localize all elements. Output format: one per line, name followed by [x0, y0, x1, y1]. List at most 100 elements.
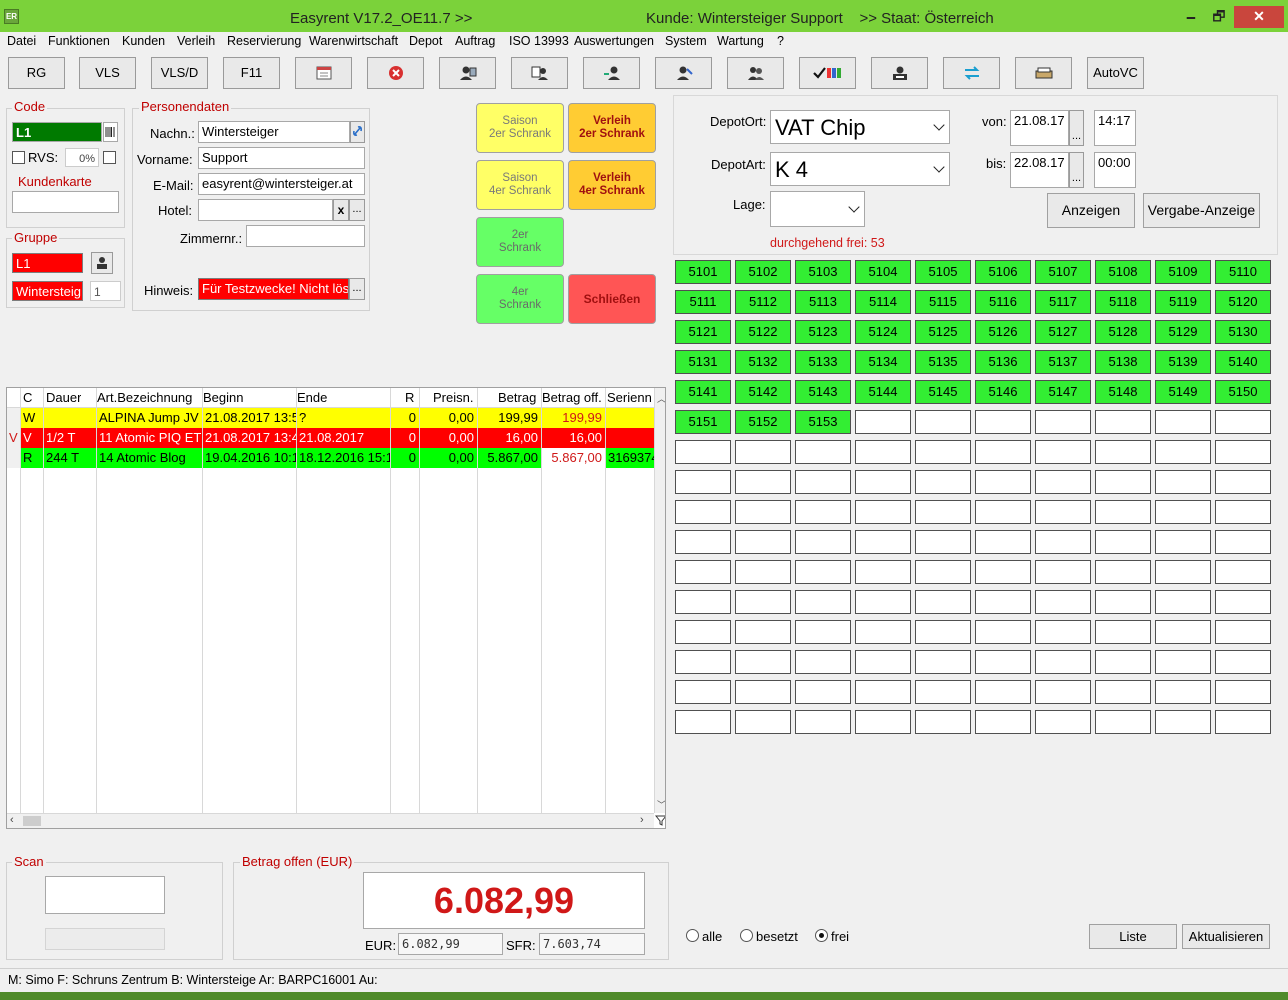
exchange-button[interactable]: [943, 57, 1000, 89]
col-ende[interactable]: Ende: [297, 388, 327, 408]
locker-cell-empty[interactable]: [915, 710, 971, 734]
table-vscrollbar[interactable]: ︿ ﹀: [654, 388, 665, 813]
saison-2er-schrank-button[interactable]: Saison 2er Schrank: [476, 103, 564, 153]
table-row[interactable]: W ALPINA Jump JV 21.08.2017 13:5? 0 0,00 199,…: [7, 408, 654, 428]
gruppe-code-field[interactable]: L1: [12, 253, 83, 273]
locker-cell[interactable]: 5140: [1215, 350, 1271, 374]
col-r[interactable]: R: [405, 388, 414, 408]
locker-cell[interactable]: 5141: [675, 380, 731, 404]
locker-cell-empty[interactable]: [735, 440, 791, 464]
radio-besetzt[interactable]: [740, 929, 753, 942]
customer-group-button[interactable]: [727, 57, 784, 89]
locker-cell[interactable]: 5118: [1095, 290, 1151, 314]
locker-cell-empty[interactable]: [1095, 680, 1151, 704]
gruppe-person-button[interactable]: [91, 252, 113, 274]
locker-cell-empty[interactable]: [735, 500, 791, 524]
locker-cell-empty[interactable]: [1155, 620, 1211, 644]
menu-system[interactable]: System: [665, 34, 707, 48]
bis-time[interactable]: 00:00: [1094, 152, 1136, 188]
locker-cell[interactable]: 5120: [1215, 290, 1271, 314]
customer-copy-button[interactable]: [511, 57, 568, 89]
locker-cell-empty[interactable]: [1155, 650, 1211, 674]
locker-cell[interactable]: 5109: [1155, 260, 1211, 284]
locker-cell-empty[interactable]: [1215, 560, 1271, 584]
locker-cell-empty[interactable]: [915, 650, 971, 674]
locker-cell[interactable]: 5153: [795, 410, 851, 434]
locker-cell-empty[interactable]: [1155, 530, 1211, 554]
vergabe-anzeige-button[interactable]: Vergabe-Anzeige: [1143, 193, 1260, 228]
locker-cell-empty[interactable]: [855, 590, 911, 614]
locker-cell-empty[interactable]: [795, 530, 851, 554]
locker-cell[interactable]: 5131: [675, 350, 731, 374]
locker-cell-empty[interactable]: [1095, 470, 1151, 494]
liste-button[interactable]: Liste: [1089, 924, 1177, 949]
locker-cell-empty[interactable]: [735, 650, 791, 674]
von-time[interactable]: 14:17: [1094, 110, 1136, 146]
locker-cell[interactable]: 5128: [1095, 320, 1151, 344]
locker-cell-empty[interactable]: [735, 680, 791, 704]
locker-cell[interactable]: 5148: [1095, 380, 1151, 404]
locker-cell-empty[interactable]: [1095, 500, 1151, 524]
locker-cell[interactable]: 5136: [975, 350, 1031, 374]
locker-cell-empty[interactable]: [675, 530, 731, 554]
locker-cell-empty[interactable]: [855, 650, 911, 674]
locker-cell-empty[interactable]: [1215, 680, 1271, 704]
table-hscrollbar[interactable]: ‹ ›: [7, 813, 654, 828]
print-button[interactable]: [871, 57, 928, 89]
locker-cell-empty[interactable]: [975, 500, 1031, 524]
menu-depot[interactable]: Depot: [409, 34, 442, 48]
locker-cell[interactable]: 5103: [795, 260, 851, 284]
locker-cell-empty[interactable]: [1035, 710, 1091, 734]
locker-cell-empty[interactable]: [915, 590, 971, 614]
locker-cell-empty[interactable]: [1155, 410, 1211, 434]
von-date[interactable]: 21.08.17: [1010, 110, 1069, 146]
locker-cell-empty[interactable]: [1095, 410, 1151, 434]
anzeigen-button[interactable]: Anzeigen: [1047, 193, 1135, 228]
locker-cell-empty[interactable]: [1215, 710, 1271, 734]
col-c[interactable]: C: [23, 388, 32, 408]
2er-schrank-button[interactable]: 2er Schrank: [476, 217, 564, 267]
depot-ort-select[interactable]: VAT Chip: [770, 110, 950, 144]
locker-cell-empty[interactable]: [975, 680, 1031, 704]
locker-cell-empty[interactable]: [1035, 620, 1091, 644]
locker-cell[interactable]: 5125: [915, 320, 971, 344]
locker-cell-empty[interactable]: [915, 410, 971, 434]
email-input[interactable]: easyrent@wintersteiger.at: [198, 173, 365, 195]
locker-cell-empty[interactable]: [1095, 620, 1151, 644]
locker-cell-empty[interactable]: [675, 650, 731, 674]
locker-cell[interactable]: 5145: [915, 380, 971, 404]
menu-wartung[interactable]: Wartung: [717, 34, 764, 48]
locker-cell-empty[interactable]: [915, 500, 971, 524]
locker-cell-empty[interactable]: [1155, 440, 1211, 464]
locker-cell-empty[interactable]: [1035, 410, 1091, 434]
scan-input[interactable]: [45, 876, 165, 914]
minimize-button[interactable]: 🗕: [1180, 6, 1202, 28]
locker-cell[interactable]: 5105: [915, 260, 971, 284]
bis-date[interactable]: 22.08.17: [1010, 152, 1069, 188]
gruppe-count[interactable]: 1: [90, 281, 121, 301]
locker-cell[interactable]: 5107: [1035, 260, 1091, 284]
locker-cell-empty[interactable]: [735, 530, 791, 554]
locker-cell-empty[interactable]: [675, 440, 731, 464]
locker-cell[interactable]: 5102: [735, 260, 791, 284]
locker-cell[interactable]: 5126: [975, 320, 1031, 344]
barcode-icon[interactable]: [103, 122, 118, 142]
locker-cell-empty[interactable]: [915, 620, 971, 644]
locker-cell[interactable]: 5149: [1155, 380, 1211, 404]
locker-cell-empty[interactable]: [975, 560, 1031, 584]
radio-alle[interactable]: [686, 929, 699, 942]
aktualisieren-button[interactable]: Aktualisieren: [1182, 924, 1270, 949]
customer-search-button[interactable]: [439, 57, 496, 89]
locker-cell[interactable]: 5101: [675, 260, 731, 284]
locker-cell-empty[interactable]: [855, 530, 911, 554]
locker-cell-empty[interactable]: [1035, 680, 1091, 704]
locker-cell-empty[interactable]: [1215, 410, 1271, 434]
locker-cell-empty[interactable]: [795, 620, 851, 644]
menu-help[interactable]: ?: [777, 34, 784, 48]
locker-cell-empty[interactable]: [1035, 500, 1091, 524]
menu-verleih[interactable]: Verleih: [177, 34, 215, 48]
locker-cell[interactable]: 5147: [1035, 380, 1091, 404]
locker-cell-empty[interactable]: [795, 500, 851, 524]
locker-cell-empty[interactable]: [975, 650, 1031, 674]
locker-cell[interactable]: 5117: [1035, 290, 1091, 314]
